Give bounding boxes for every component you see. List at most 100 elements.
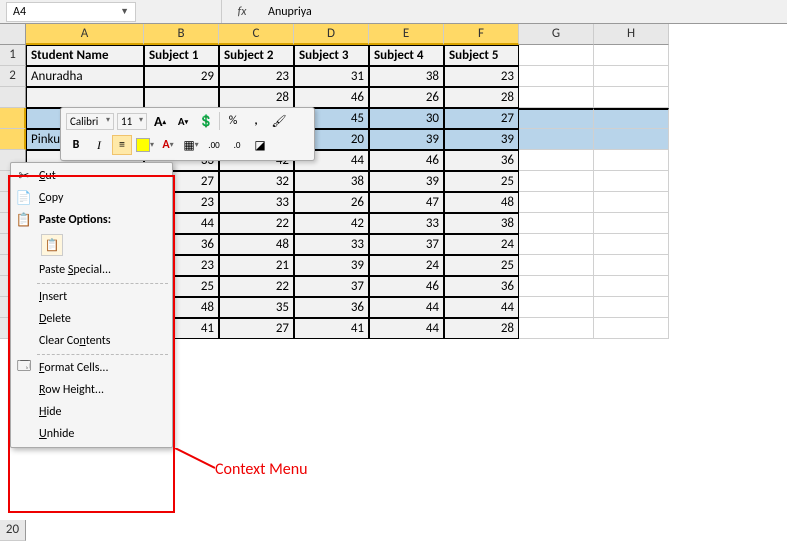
data-cell[interactable]: 33 [369,213,444,234]
data-cell[interactable]: 21 [219,255,294,276]
context-menu-format-cells[interactable]: 🗔 Format Cells... [11,357,172,379]
column-header-D[interactable]: D [294,24,369,45]
format-painter-button[interactable]: 🖌 [269,111,289,131]
data-cell[interactable] [26,87,144,108]
center-align-button[interactable]: ≡ [112,135,132,155]
data-cell[interactable]: 47 [369,192,444,213]
row-header[interactable]: 1 [0,45,26,66]
data-cell[interactable] [519,87,594,108]
data-cell[interactable]: 48 [444,192,519,213]
context-menu-copy[interactable]: 📄 Copy [11,187,172,209]
font-color-button[interactable]: A▾ [158,135,178,155]
data-cell[interactable]: 35 [219,297,294,318]
data-cell[interactable]: 39 [444,129,519,150]
data-cell[interactable] [594,66,669,87]
row-header-20[interactable]: 20 [0,520,26,541]
data-cell[interactable] [594,87,669,108]
header-cell[interactable]: Subject 5 [444,45,519,66]
name-box[interactable]: A4 ▼ [6,2,136,22]
data-cell[interactable]: 39 [294,255,369,276]
data-cell[interactable]: 28 [219,87,294,108]
data-cell[interactable]: 37 [294,276,369,297]
header-cell[interactable]: Subject 1 [144,45,219,66]
context-menu-row-height[interactable]: Row Height... [11,379,172,401]
data-cell[interactable] [594,276,669,297]
data-cell[interactable] [519,66,594,87]
shrink-font-button[interactable]: A▾ [173,111,193,131]
data-cell[interactable] [594,234,669,255]
context-menu-delete[interactable]: Delete [11,308,172,330]
header-cell[interactable]: Subject 2 [219,45,294,66]
data-cell[interactable] [594,255,669,276]
data-cell[interactable] [519,129,594,150]
data-cell[interactable]: 24 [369,255,444,276]
data-cell[interactable]: 25 [444,255,519,276]
data-cell[interactable]: 38 [369,66,444,87]
grow-font-button[interactable]: A▴ [150,111,170,131]
column-header-E[interactable]: E [369,24,444,45]
data-cell[interactable]: 22 [219,276,294,297]
data-cell[interactable] [519,234,594,255]
data-cell[interactable]: 24 [444,234,519,255]
borders-button[interactable]: ▦▾ [181,135,201,155]
comma-button[interactable]: , [246,111,266,131]
column-header-F[interactable]: F [444,24,519,45]
row-header[interactable] [0,87,26,108]
column-header-B[interactable]: B [144,24,219,45]
header-cell[interactable]: Subject 3 [294,45,369,66]
italic-button[interactable]: I [89,135,109,155]
context-menu-clear-contents[interactable]: Clear Contents [11,330,172,352]
header-cell[interactable]: Subject 4 [369,45,444,66]
data-cell[interactable] [594,171,669,192]
data-cell[interactable]: 42 [294,213,369,234]
data-cell[interactable]: 36 [444,150,519,171]
data-cell[interactable]: 28 [444,318,519,339]
data-cell[interactable] [594,150,669,171]
data-cell[interactable]: 27 [444,108,519,129]
header-cell[interactable] [519,45,594,66]
data-cell[interactable] [594,129,669,150]
data-cell[interactable] [594,318,669,339]
data-cell[interactable]: 26 [294,192,369,213]
bold-button[interactable]: B [66,135,86,155]
fx-label[interactable]: fx [222,5,262,19]
header-cell[interactable]: Student Name [26,45,144,66]
data-cell[interactable]: 44 [369,318,444,339]
context-menu-unhide[interactable]: Unhide [11,423,172,445]
column-header-C[interactable]: C [219,24,294,45]
data-cell[interactable]: 41 [294,318,369,339]
data-cell[interactable]: 23 [219,66,294,87]
font-family-selector[interactable]: Calibri▾ [66,113,114,130]
data-cell[interactable] [594,213,669,234]
data-cell[interactable] [519,150,594,171]
data-cell[interactable]: 23 [444,66,519,87]
row-header[interactable] [0,108,26,129]
data-cell[interactable]: 27 [219,318,294,339]
context-menu-paste-default[interactable]: 📋 [11,231,172,259]
data-cell[interactable]: 25 [444,171,519,192]
data-cell[interactable]: 28 [444,87,519,108]
data-cell[interactable]: 37 [369,234,444,255]
data-cell[interactable]: 48 [219,234,294,255]
column-header-H[interactable]: H [594,24,669,45]
row-header[interactable] [0,129,26,150]
percent-button[interactable]: % [223,111,243,131]
context-menu-cut[interactable]: ✂ Cut [11,165,172,187]
data-cell[interactable]: 46 [369,150,444,171]
context-menu-paste-special[interactable]: Paste Special... [11,259,172,281]
data-cell[interactable]: 46 [369,276,444,297]
name-box-dropdown-icon[interactable]: ▼ [120,6,129,17]
font-size-selector[interactable]: 11▾ [117,113,147,130]
data-cell[interactable]: 36 [294,297,369,318]
context-menu-insert[interactable]: Insert [11,286,172,308]
data-cell[interactable]: 32 [219,171,294,192]
data-cell[interactable] [519,318,594,339]
data-cell[interactable]: 31 [294,66,369,87]
data-cell[interactable]: 38 [444,213,519,234]
data-cell[interactable] [519,255,594,276]
data-cell[interactable]: 29 [144,66,219,87]
accounting-format-button[interactable]: 💲 [196,111,216,131]
data-cell[interactable]: 44 [444,297,519,318]
header-cell[interactable] [594,45,669,66]
data-cell[interactable] [519,213,594,234]
